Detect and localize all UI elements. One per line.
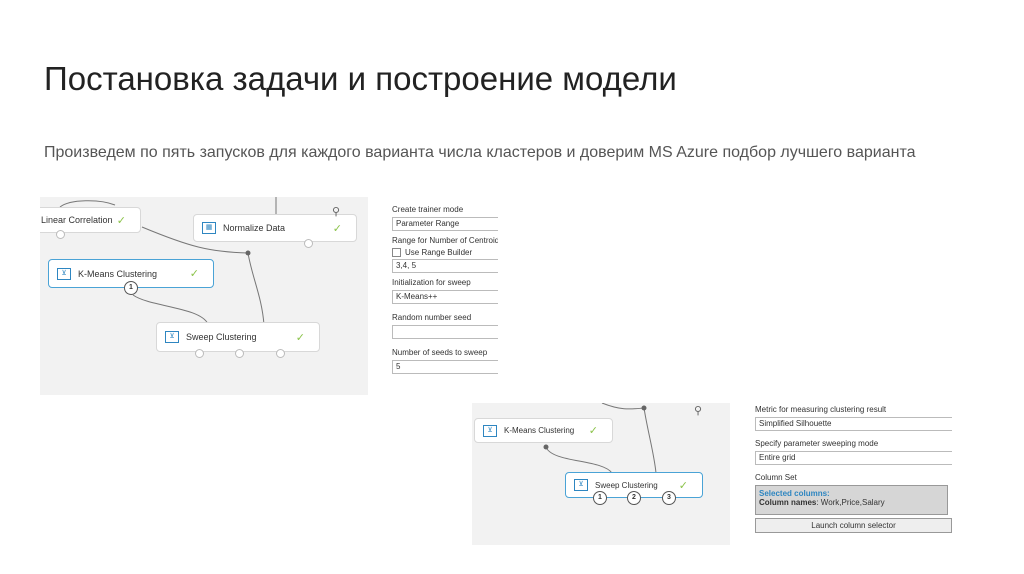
output-port[interactable] (276, 349, 285, 358)
node-label: K-Means Clustering (504, 426, 575, 435)
normalize-icon: ▦ (202, 222, 216, 234)
model-icon: ⊻ (165, 331, 179, 343)
init-label: Initialization for sweep (392, 278, 471, 287)
selected-columns-label: Selected columns: (759, 489, 830, 498)
num-seeds-label: Number of seeds to sweep (392, 348, 488, 357)
seed-input[interactable] (392, 325, 498, 339)
node-sweep-clustering[interactable]: ⊻ Sweep Clustering ✓ (156, 322, 320, 358)
node-kmeans-clustering[interactable]: ⊻ K-Means Clustering ✓ 1 (48, 259, 214, 295)
check-icon: ✓ (678, 479, 688, 492)
output-port-1[interactable]: 1 (124, 281, 138, 295)
zoom-search-icon[interactable]: ⚲ (694, 404, 702, 417)
range-builder-label: Use Range Builder (405, 248, 473, 257)
check-icon: ✓ (116, 214, 126, 227)
check-icon: ✓ (295, 331, 305, 344)
init-select[interactable]: K-Means++ (392, 290, 498, 304)
model-icon: ⊻ (483, 424, 497, 437)
column-names-value: : Work,Price,Salary (816, 498, 885, 507)
node-sweep-clustering[interactable]: ⊻ Sweep Clustering ✓ 1 2 3 (565, 472, 703, 505)
mode-label: Specify parameter sweeping mode (755, 439, 879, 448)
output-port[interactable] (235, 349, 244, 358)
node-label: Linear Correlation (41, 215, 113, 225)
column-names-label: Column names (759, 498, 817, 507)
metric-label: Metric for measuring clustering result (755, 405, 887, 414)
range-label: Range for Number of Centroids (392, 236, 498, 245)
output-port[interactable] (304, 239, 313, 248)
check-icon: ✓ (332, 222, 342, 235)
range-input[interactable]: 3,4, 5 (392, 259, 498, 273)
slide-subtitle: Произведем по пять запусков для каждого … (44, 144, 916, 161)
selected-columns-box: Selected columns: Column names: Work,Pri… (755, 485, 948, 515)
node-label: K-Means Clustering (78, 268, 158, 279)
slide-title: Постановка задачи и построение модели (44, 60, 677, 97)
column-set-label: Column Set (755, 473, 797, 482)
num-seeds-input[interactable]: 5 (392, 360, 498, 374)
model-icon: ⊻ (57, 267, 71, 280)
output-port-2[interactable]: 2 (627, 491, 641, 505)
mode-select[interactable]: Entire grid (755, 451, 952, 465)
output-port[interactable] (56, 230, 65, 239)
experiment-canvas-1[interactable]: Linear Correlation ✓ ▦ Normalize Data ✓ ⚲ ⊻… (40, 197, 368, 395)
properties-panel-2: Metric for measuring clustering result S… (755, 403, 952, 548)
output-port-1[interactable]: 1 (593, 491, 607, 505)
properties-panel-1: Create trainer mode Parameter Range Rang… (392, 203, 498, 391)
node-normalize-data[interactable]: ▦ Normalize Data ✓ (193, 214, 357, 248)
model-icon: ⊻ (574, 479, 588, 491)
experiment-canvas-2[interactable]: ⚲ ⊻ K-Means Clustering ✓ ⊻ Sweep Clustering… (472, 403, 730, 545)
create-trainer-label: Create trainer mode (392, 205, 464, 214)
output-port-3[interactable]: 3 (662, 491, 676, 505)
check-icon: ✓ (588, 425, 598, 437)
check-icon: ✓ (189, 268, 199, 280)
node-kmeans-clustering[interactable]: ⊻ K-Means Clustering ✓ (474, 418, 613, 443)
node-linear-correlation[interactable]: Linear Correlation ✓ (40, 207, 141, 239)
node-label: Sweep Clustering (186, 332, 257, 342)
output-port[interactable] (195, 349, 204, 358)
node-label: Normalize Data (223, 223, 286, 233)
seed-label: Random number seed (392, 313, 472, 322)
launch-column-selector-button[interactable]: Launch column selector (755, 518, 952, 533)
create-trainer-select[interactable]: Parameter Range (392, 217, 498, 231)
zoom-search-icon[interactable]: ⚲ (332, 205, 340, 218)
metric-select[interactable]: Simplified Silhouette (755, 417, 952, 431)
node-label: Sweep Clustering (595, 480, 658, 490)
range-builder-checkbox[interactable] (392, 248, 401, 257)
